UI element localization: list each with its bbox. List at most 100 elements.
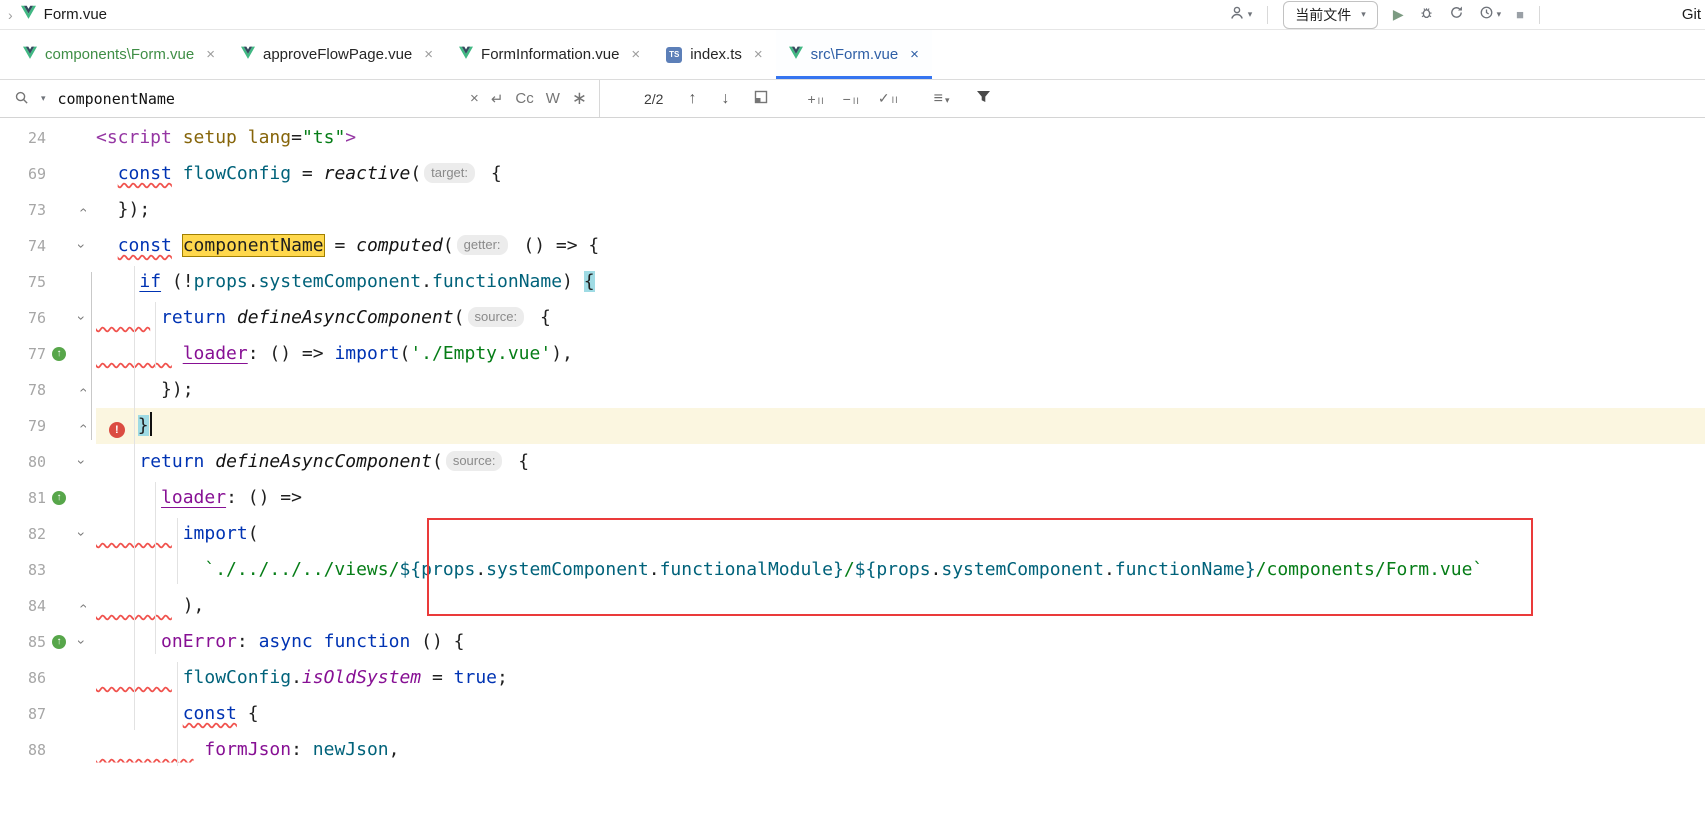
code-text[interactable]: formJson: newJson, [96,732,1705,768]
gutter-green-arrow-icon[interactable]: ↑ [46,635,72,649]
gutter[interactable]: 75 [0,264,96,300]
code-line[interactable]: 81↑ loader: () => [0,480,1705,516]
close-icon[interactable]: × [206,46,215,63]
line-number[interactable]: 81 [0,480,46,516]
line-number[interactable]: 85 [0,624,46,660]
parameter-hint-inlay[interactable]: getter: [457,235,508,255]
gutter[interactable]: 79› [0,408,96,444]
exclude-selection-icon[interactable]: −II [843,91,860,107]
code-line[interactable]: 80 › return defineAsyncComponent(source: … [0,444,1705,480]
gutter[interactable]: 76› [0,300,96,336]
error-icon[interactable]: ! [109,422,125,438]
run-configuration-select[interactable]: 当前文件 ▾ [1283,1,1378,29]
search-history-chevron-icon[interactable]: ▾ [41,93,46,104]
code-text[interactable]: return defineAsyncComponent(source: { [96,300,1705,336]
code-text[interactable]: const { [96,696,1705,732]
line-number[interactable]: 77 [0,336,46,372]
next-match-button[interactable]: ↓ [721,90,729,108]
line-number[interactable]: 74 [0,228,46,264]
tab-approve-flow-page[interactable]: approveFlowPage.vue × [228,30,446,79]
line-number[interactable]: 69 [0,156,46,192]
code-text[interactable]: return defineAsyncComponent(source: { [96,444,1705,480]
gutter-green-arrow-icon[interactable]: ↑ [46,491,72,505]
fold-marker[interactable]: › [74,524,90,544]
close-icon[interactable]: × [754,46,763,63]
fold-marker[interactable]: › [74,596,90,616]
gutter[interactable]: 24 [0,120,96,156]
line-number[interactable]: 80 [0,444,46,480]
close-icon[interactable]: × [424,46,433,63]
run-button[interactable]: ▶ [1393,6,1404,23]
gutter[interactable]: 73› [0,192,96,228]
gutter[interactable]: 88 [0,732,96,768]
close-icon[interactable]: × [631,46,640,63]
code-text[interactable]: onError: async function () { [96,624,1705,660]
whole-words-toggle[interactable]: W [546,90,560,107]
profiler-button[interactable]: ▾ [1479,5,1502,24]
add-selection-icon[interactable]: +II [807,91,824,107]
code-line[interactable]: 85↑› onError: async function () { [0,624,1705,660]
code-text[interactable]: const componentName = computed(getter: (… [96,228,1705,264]
search-field[interactable]: ▾ componentName × ↵ Cc W ∗ [0,80,600,117]
code-text[interactable]: }); [96,372,1705,408]
editor[interactable]: 24<script setup lang="ts">69 const flowC… [0,118,1705,820]
toggle-occurrences-icon[interactable]: ✓II [878,90,899,107]
line-number[interactable]: 88 [0,732,46,768]
parameter-hint-inlay[interactable]: source: [446,451,503,471]
code-line[interactable]: 77↑ loader: () => import('./Empty.vue'), [0,336,1705,372]
line-number[interactable]: 73 [0,192,46,228]
newline-toggle-icon[interactable]: ↵ [491,90,504,108]
code-text[interactable]: if (!props.systemComponent.functionName)… [96,264,1705,300]
filter-icon[interactable] [976,90,991,107]
tab-src-form-vue[interactable]: src\Form.vue × [776,30,932,79]
line-number[interactable]: 83 [0,552,46,588]
code-line[interactable]: 76› return defineAsyncComponent(source: … [0,300,1705,336]
fold-marker[interactable]: › [74,452,90,472]
gutter[interactable]: 77↑ [0,336,96,372]
gutter[interactable]: 69 [0,156,96,192]
fold-marker[interactable]: › [74,416,90,436]
fold-marker[interactable]: › [74,308,90,328]
code-line[interactable]: 24<script setup lang="ts"> [0,120,1705,156]
tab-components-form-vue[interactable]: components\Form.vue × [10,30,228,79]
code-text[interactable]: flowConfig.isOldSystem = true; [96,660,1705,696]
line-number[interactable]: 87 [0,696,46,732]
code-line[interactable]: 78 › }); [0,372,1705,408]
search-input[interactable]: componentName [58,90,459,108]
run-with-coverage-button[interactable] [1449,5,1464,24]
git-menu[interactable]: Git [1682,6,1701,23]
gutter[interactable]: 74 › [0,228,96,264]
open-in-find-window-button[interactable] [754,90,768,107]
code-line[interactable]: 79› ! } [0,408,1705,444]
close-icon[interactable]: × [910,46,919,63]
gutter[interactable]: 78 › [0,372,96,408]
code-line[interactable]: 88 formJson: newJson, [0,732,1705,768]
line-number[interactable]: 84 [0,588,46,624]
gutter[interactable]: 84 › [0,588,96,624]
line-number[interactable]: 78 [0,372,46,408]
code-line[interactable]: 75 if (!props.systemComponent.functionNa… [0,264,1705,300]
code-text[interactable]: loader: () => [96,480,1705,516]
code-line[interactable]: 69 const flowConfig = reactive(target: { [0,156,1705,192]
view-options-icon[interactable]: ≡▾ [934,90,951,108]
line-number[interactable]: 86 [0,660,46,696]
fold-marker[interactable]: › [74,380,90,400]
code-text[interactable]: }); [96,192,1705,228]
account-button[interactable]: ▾ [1229,5,1253,25]
stop-button[interactable]: ■ [1516,7,1524,22]
gutter[interactable]: 85↑› [0,624,96,660]
gutter[interactable]: 81↑ [0,480,96,516]
fold-marker[interactable]: › [74,236,90,256]
code-line[interactable]: 87 const { [0,696,1705,732]
gutter[interactable]: 82 › [0,516,96,552]
fold-marker[interactable]: › [74,632,90,652]
code-line[interactable]: 74 › const componentName = computed(gette… [0,228,1705,264]
line-number[interactable]: 82 [0,516,46,552]
code-text[interactable]: const flowConfig = reactive(target: { [96,156,1705,192]
debug-button[interactable] [1419,5,1434,24]
line-number[interactable]: 75 [0,264,46,300]
gutter[interactable]: 87 [0,696,96,732]
tab-form-information[interactable]: FormInformation.vue × [446,30,653,79]
gutter[interactable]: 86 [0,660,96,696]
match-case-toggle[interactable]: Cc [515,90,533,107]
